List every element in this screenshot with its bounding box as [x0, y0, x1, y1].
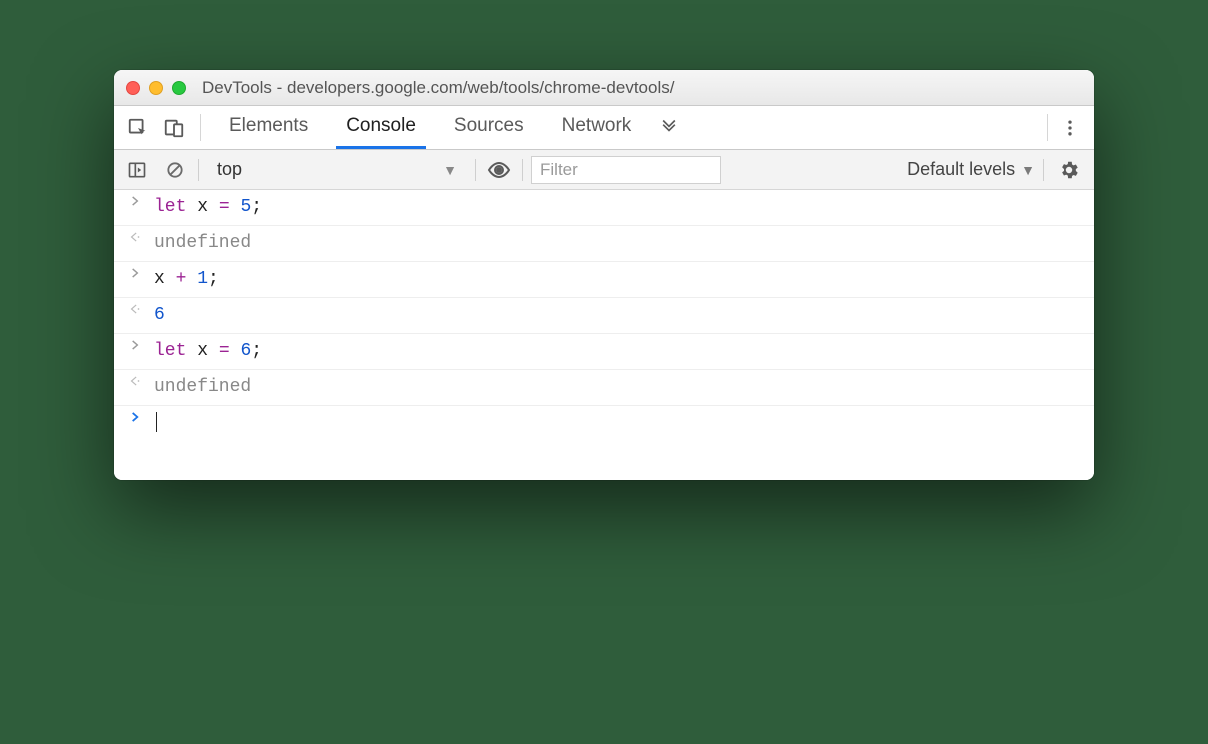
- input-arrow-icon: [126, 194, 144, 208]
- separator: [200, 114, 201, 141]
- prompt-input[interactable]: [154, 410, 157, 437]
- prompt-arrow-icon: [126, 410, 144, 424]
- code-text: let x = 6;: [154, 338, 262, 365]
- separator: [475, 159, 476, 181]
- devtools-tabbar: Elements Console Sources Network: [114, 106, 1094, 150]
- separator: [198, 159, 199, 181]
- window-titlebar: DevTools - developers.google.com/web/too…: [114, 70, 1094, 106]
- inspect-element-icon[interactable]: [120, 106, 156, 149]
- tab-label: Console: [346, 115, 416, 137]
- tab-sources[interactable]: Sources: [444, 106, 534, 149]
- code-text: undefined: [154, 374, 251, 401]
- log-levels-label: Default levels: [907, 159, 1015, 180]
- devtools-window: DevTools - developers.google.com/web/too…: [114, 70, 1094, 480]
- separator: [1043, 159, 1044, 181]
- code-text: let x = 5;: [154, 194, 262, 221]
- separator: [522, 159, 523, 181]
- window-title: DevTools - developers.google.com/web/too…: [202, 78, 674, 98]
- execution-context-select[interactable]: top ▼: [207, 156, 467, 183]
- tab-elements[interactable]: Elements: [219, 106, 318, 149]
- input-arrow-icon: [126, 338, 144, 352]
- code-text: undefined: [154, 230, 251, 257]
- output-arrow-icon: [126, 374, 144, 388]
- panel-tabs: Elements Console Sources Network: [209, 106, 651, 149]
- tab-label: Sources: [454, 115, 524, 137]
- device-toolbar-icon[interactable]: [156, 106, 192, 149]
- code-text: x + 1;: [154, 266, 219, 293]
- tab-network[interactable]: Network: [552, 106, 642, 149]
- filter-input[interactable]: [540, 160, 712, 180]
- output-arrow-icon: [126, 302, 144, 316]
- console-output-row: 6: [114, 298, 1094, 334]
- console-input-row: let x = 6;: [114, 334, 1094, 370]
- more-tabs-icon[interactable]: [651, 106, 687, 149]
- dropdown-triangle-icon: ▼: [443, 162, 457, 178]
- maximize-window-button[interactable]: [172, 81, 186, 95]
- filter-input-wrap[interactable]: [531, 156, 721, 184]
- code-text: 6: [154, 302, 165, 329]
- minimize-window-button[interactable]: [149, 81, 163, 95]
- traffic-lights: [126, 81, 186, 95]
- dropdown-triangle-icon: ▼: [1021, 162, 1035, 178]
- tab-label: Elements: [229, 115, 308, 137]
- console-input-row: x + 1;: [114, 262, 1094, 298]
- console-input-row: let x = 5;: [114, 190, 1094, 226]
- close-window-button[interactable]: [126, 81, 140, 95]
- live-expression-eye-icon[interactable]: [484, 155, 514, 185]
- console-output-row: undefined: [114, 370, 1094, 406]
- sidebar-toggle-icon[interactable]: [122, 155, 152, 185]
- console-settings-icon[interactable]: [1052, 159, 1086, 181]
- clear-console-icon[interactable]: [160, 155, 190, 185]
- console-toolbar: top ▼ Default levels ▼: [114, 150, 1094, 190]
- input-arrow-icon: [126, 266, 144, 280]
- kebab-menu-icon[interactable]: [1052, 106, 1088, 149]
- execution-context-label: top: [217, 159, 242, 180]
- console-prompt-row[interactable]: [114, 406, 1094, 441]
- console-output[interactable]: let x = 5; undefined x + 1; 6 let x = 6; unde…: [114, 190, 1094, 480]
- console-output-row: undefined: [114, 226, 1094, 262]
- separator: [1047, 114, 1048, 141]
- output-arrow-icon: [126, 230, 144, 244]
- tab-console[interactable]: Console: [336, 106, 426, 149]
- log-levels-select[interactable]: Default levels ▼: [907, 159, 1035, 180]
- tab-label: Network: [562, 115, 632, 137]
